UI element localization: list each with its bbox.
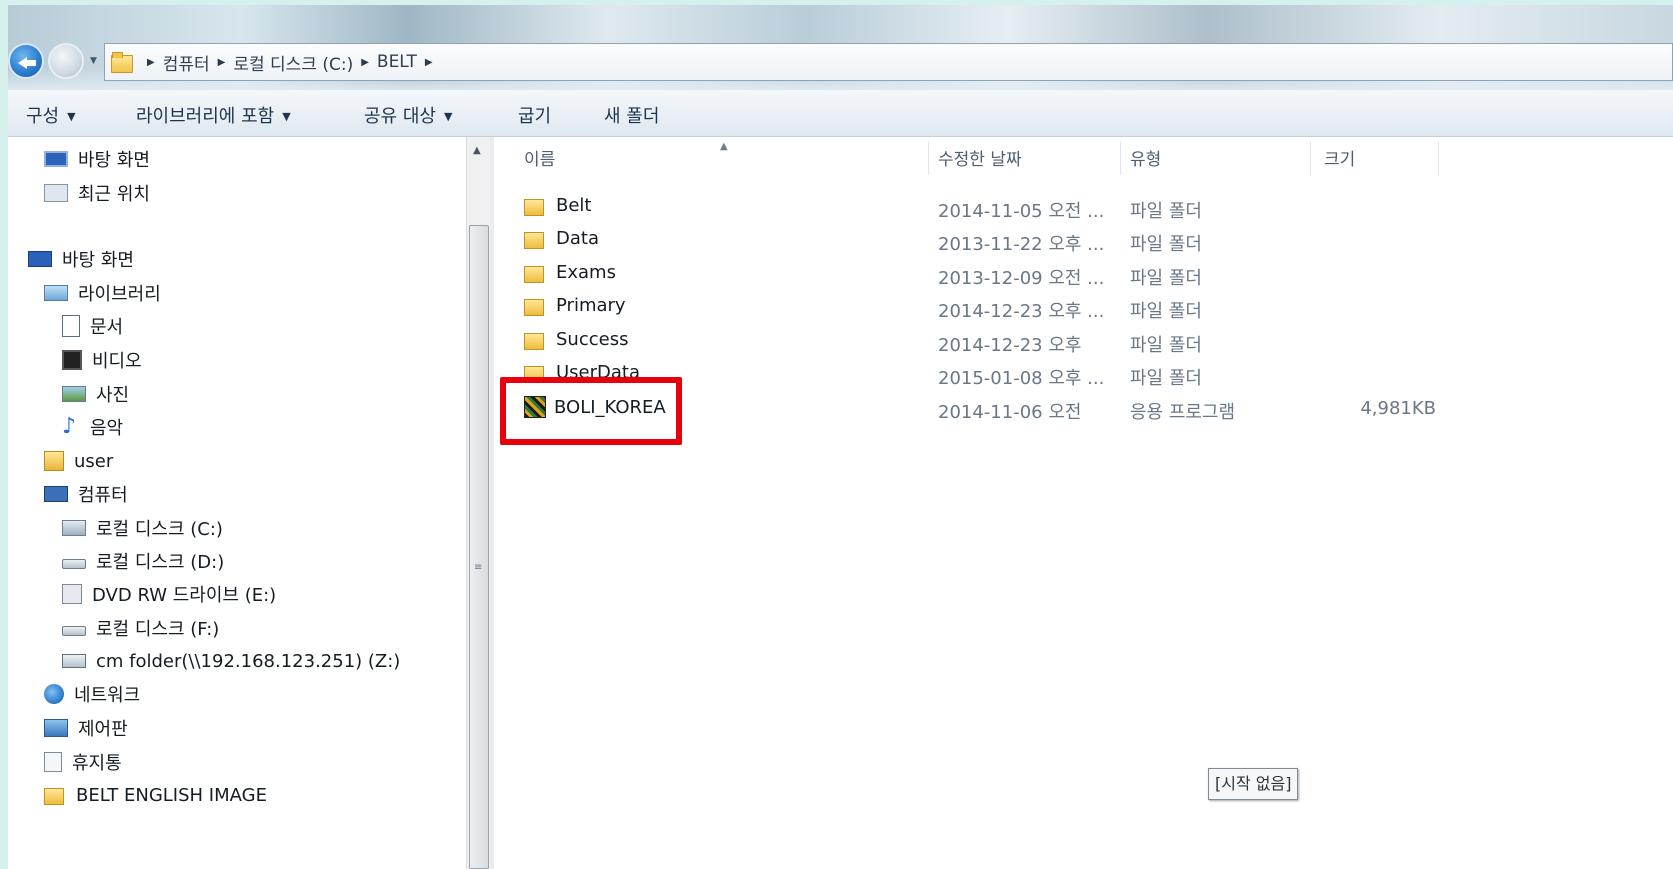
nav-item-control-panel[interactable]: 제어판 [44, 714, 128, 742]
nav-item-network-drive-z[interactable]: cm folder(\\192.168.123.251) (Z:) [62, 647, 400, 675]
column-divider[interactable] [1120, 141, 1121, 175]
status-tooltip: [시작 없음] [1208, 768, 1299, 800]
nav-item-desktop[interactable]: 바탕 화면 [28, 245, 134, 273]
file-row[interactable]: BOLI_KOREA 2014-11-06 오전 응용 프로그램 4,981KB [494, 394, 1454, 424]
file-row[interactable]: Exams 2013-12-09 오전 ... 파일 폴더 [494, 260, 1454, 290]
nav-item-computer[interactable]: 컴퓨터 [44, 480, 128, 508]
nav-item-network[interactable]: 네트워크 [44, 680, 140, 708]
address-bar[interactable]: ▶ 컴퓨터 ▶ 로컬 디스크 (C:) ▶ BELT ▶ [104, 43, 1673, 81]
file-row[interactable]: Data 2013-11-22 오후 ... 파일 폴더 [494, 226, 1454, 256]
folder-icon [524, 296, 546, 316]
new-folder-button[interactable]: 새 폴더 [604, 102, 659, 128]
sort-ascending-icon: ▲ [720, 141, 728, 152]
column-divider[interactable] [928, 141, 929, 175]
nav-item-documents[interactable]: 문서 [62, 312, 123, 340]
folder-icon [524, 363, 546, 383]
nav-item-user[interactable]: user [44, 447, 113, 475]
nav-item-recent-places[interactable]: 최근 위치 [44, 179, 150, 207]
video-icon [62, 350, 82, 370]
breadcrumb-arrow-icon[interactable]: ▶ [147, 57, 155, 68]
nav-item-music[interactable]: ♪ 음악 [62, 413, 123, 441]
nav-item-dvd-drive-e[interactable]: DVD RW 드라이브 (E:) [62, 580, 276, 608]
column-divider[interactable] [1438, 141, 1439, 175]
history-dropdown-icon[interactable]: ▼ [90, 57, 100, 66]
pictures-icon [62, 386, 86, 402]
control-panel-icon [44, 719, 68, 737]
folder-icon [524, 229, 546, 249]
chevron-down-icon: ▼ [67, 110, 76, 123]
chevron-down-icon: ▼ [282, 110, 291, 123]
burn-button[interactable]: 굽기 [518, 102, 551, 128]
local-disk-icon [62, 520, 86, 536]
nav-item-local-disk-f[interactable]: 로컬 디스크 (F:) [62, 614, 219, 642]
column-header-date[interactable]: 수정한 날짜 [938, 147, 1022, 173]
network-drive-icon [62, 654, 86, 668]
scrollbar-thumb[interactable]: ≡ [469, 225, 489, 869]
title-bar: ▼ ▶ 컴퓨터 ▶ 로컬 디스크 (C:) ▶ BELT ▶ [8, 5, 1673, 90]
column-divider[interactable] [1310, 141, 1311, 175]
drive-icon [62, 559, 86, 569]
nav-item-pictures[interactable]: 사진 [62, 380, 129, 408]
nav-item-local-disk-d[interactable]: 로컬 디스크 (D:) [62, 547, 224, 575]
nav-item-favorites-desktop[interactable]: 바탕 화면 [44, 145, 150, 173]
scroll-up-arrow-icon[interactable]: ▲ [473, 145, 481, 156]
folder-icon [524, 196, 546, 216]
nav-item-belt-english-image[interactable]: BELT ENGLISH IMAGE [44, 781, 267, 809]
organize-button[interactable]: 구성 ▼ [26, 102, 76, 128]
scroll-grip-icon: ≡ [474, 562, 483, 573]
desktop-icon [28, 251, 52, 267]
nav-item-videos[interactable]: 비디오 [62, 346, 142, 374]
breadcrumb-arrow-icon[interactable]: ▶ [361, 57, 369, 68]
chevron-down-icon: ▼ [443, 110, 453, 123]
music-note-icon: ♪ [62, 414, 77, 439]
column-header-name[interactable]: 이름 [524, 147, 555, 173]
network-icon [44, 684, 64, 704]
nav-item-local-disk-c[interactable]: 로컬 디스크 (C:) [8, 512, 466, 544]
file-row[interactable]: Belt 2014-11-05 오전 ... 파일 폴더 [494, 193, 1454, 223]
file-row[interactable]: UserData 2015-01-08 오후 ... 파일 폴더 [494, 360, 1454, 390]
application-icon [524, 396, 546, 418]
breadcrumb-belt[interactable]: BELT [377, 52, 417, 72]
explorer-window: ▼ ▶ 컴퓨터 ▶ 로컬 디스크 (C:) ▶ BELT ▶ 구성 ▼ 라이브러리… [8, 5, 1673, 869]
navigation-pane: 바탕 화면 최근 위치 바탕 화면 라이브러리 문서 비디오 사진 ♪ 음악 u… [8, 137, 466, 869]
recycle-bin-icon [44, 752, 62, 772]
breadcrumb-arrow-icon[interactable]: ▶ [218, 57, 226, 68]
file-row[interactable]: Success 2014-12-23 오후 파일 폴더 [494, 327, 1454, 357]
recent-places-icon [44, 184, 68, 202]
library-icon [44, 285, 68, 301]
column-header-size[interactable]: 크기 [1324, 147, 1355, 173]
drive-icon [62, 626, 86, 636]
dvd-drive-icon [62, 584, 82, 604]
share-with-button[interactable]: 공유 대상 ▼ [364, 102, 452, 128]
user-folder-icon [44, 451, 64, 471]
command-bar: 구성 ▼ 라이브러리에 포함 ▼ 공유 대상 ▼ 굽기 새 폴더 [8, 90, 1673, 137]
breadcrumb-local-disk-c[interactable]: 로컬 디스크 (C:) [233, 50, 353, 75]
nav-item-recycle-bin[interactable]: 휴지통 [44, 748, 122, 776]
folder-icon [111, 52, 133, 73]
file-row[interactable]: Primary 2014-12-23 오후 ... 파일 폴더 [494, 293, 1454, 323]
folder-icon [44, 785, 66, 805]
file-list: 이름 ▲ 수정한 날짜 유형 크기 Belt 2014-11-05 오전 ...… [494, 137, 1673, 869]
document-icon [62, 315, 80, 337]
nav-item-libraries[interactable]: 라이브러리 [44, 279, 161, 307]
back-button[interactable] [8, 43, 44, 79]
computer-icon [44, 486, 68, 502]
monitor-icon [44, 151, 68, 167]
forward-button[interactable] [48, 43, 84, 79]
folder-icon [524, 263, 546, 283]
column-header-type[interactable]: 유형 [1130, 147, 1161, 173]
breadcrumb-computer[interactable]: 컴퓨터 [163, 50, 210, 75]
navigation-scrollbar[interactable]: ▲ ≡ [466, 137, 491, 869]
folder-icon [524, 330, 546, 350]
breadcrumb-arrow-icon[interactable]: ▶ [425, 57, 433, 68]
include-in-library-button[interactable]: 라이브러리에 포함 ▼ [136, 102, 291, 128]
